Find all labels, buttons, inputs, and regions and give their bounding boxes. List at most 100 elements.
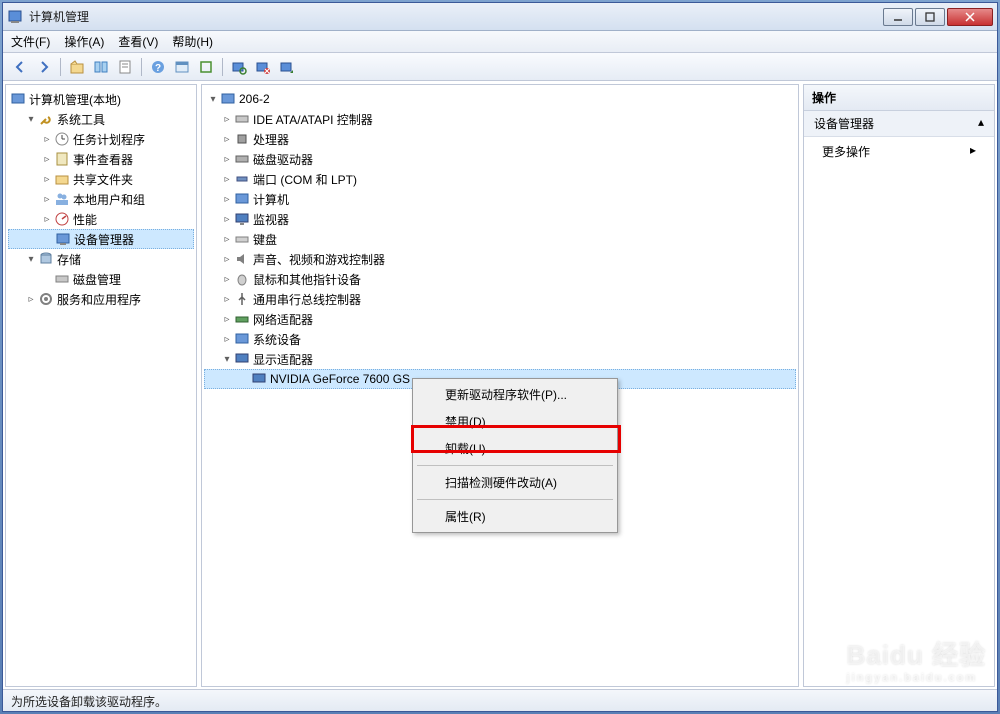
collapse-icon[interactable]: ▾ <box>206 92 220 106</box>
properties-button[interactable] <box>171 56 193 78</box>
toolbar-separator <box>60 58 61 76</box>
tree-label: 监视器 <box>253 211 289 228</box>
tree-root[interactable]: 计算机管理(本地) <box>8 89 194 109</box>
cm-properties[interactable]: 属性(R) <box>415 503 615 530</box>
device-mouse[interactable]: ▹鼠标和其他指针设备 <box>204 269 796 289</box>
performance-icon <box>54 211 70 227</box>
app-window: 计算机管理 文件(F) 操作(A) 查看(V) 帮助(H) ? <box>2 2 998 712</box>
expand-icon[interactable]: ▹ <box>40 172 54 186</box>
menu-file[interactable]: 文件(F) <box>11 33 50 50</box>
toolbar: ? <box>3 53 997 81</box>
tree-shared-folders[interactable]: ▹ 共享文件夹 <box>8 169 194 189</box>
expand-icon[interactable]: ▹ <box>220 232 234 246</box>
actions-section[interactable]: 设备管理器 ▴ <box>804 111 994 137</box>
expand-icon[interactable]: ▹ <box>220 172 234 186</box>
device-monitor[interactable]: ▹ 监视器 <box>204 209 796 229</box>
tree-services[interactable]: ▹ 服务和应用程序 <box>8 289 194 309</box>
forward-button[interactable] <box>33 56 55 78</box>
menu-view[interactable]: 查看(V) <box>118 33 158 50</box>
device-cpu[interactable]: ▹处理器 <box>204 129 796 149</box>
tree-performance[interactable]: ▹ 性能 <box>8 209 194 229</box>
disk-drive-icon <box>234 151 250 167</box>
tree-label: 计算机 <box>253 191 289 208</box>
gpu-icon <box>251 371 267 387</box>
device-usb[interactable]: ▹通用串行总线控制器 <box>204 289 796 309</box>
device-disk[interactable]: ▹磁盘驱动器 <box>204 149 796 169</box>
menu-help[interactable]: 帮助(H) <box>172 33 213 50</box>
expand-icon[interactable]: ▹ <box>220 272 234 286</box>
minimize-button[interactable] <box>883 8 913 26</box>
device-display[interactable]: ▾显示适配器 <box>204 349 796 369</box>
tree-label: 性能 <box>73 211 97 228</box>
computer-management-icon <box>10 91 26 107</box>
expand-icon[interactable]: ▹ <box>220 192 234 206</box>
device-tree: ▾ 206-2 ▹ IDE ATA/ATAPI 控制器 ▹处理器 ▹磁盘驱动器 ▹… <box>202 85 798 393</box>
submenu-caret-icon: ▸ <box>970 143 976 160</box>
expand-icon[interactable]: ▹ <box>40 192 54 206</box>
usb-icon <box>234 291 250 307</box>
expand-icon[interactable]: ▹ <box>220 252 234 266</box>
more-actions[interactable]: 更多操作 ▸ <box>804 137 994 166</box>
tree-task-scheduler[interactable]: ▹ 任务计划程序 <box>8 129 194 149</box>
uninstall-button[interactable] <box>252 56 274 78</box>
device-root[interactable]: ▾ 206-2 <box>204 89 796 109</box>
tree-label: 端口 (COM 和 LPT) <box>253 171 357 188</box>
expand-icon[interactable]: ▹ <box>40 152 54 166</box>
tree-label: IDE ATA/ATAPI 控制器 <box>253 111 373 128</box>
collapse-icon[interactable]: ▾ <box>220 352 234 366</box>
device-ide[interactable]: ▹ IDE ATA/ATAPI 控制器 <box>204 109 796 129</box>
device-system[interactable]: ▹ 系统设备 <box>204 329 796 349</box>
back-button[interactable] <box>9 56 31 78</box>
tree-disk-mgmt[interactable]: 磁盘管理 <box>8 269 194 289</box>
tree-label: 系统设备 <box>253 331 301 348</box>
close-button[interactable] <box>947 8 993 26</box>
context-menu: 更新驱动程序软件(P)... 禁用(D) 卸载(U) 扫描检测硬件改动(A) 属… <box>412 378 618 533</box>
collapse-icon[interactable]: ▾ <box>24 112 38 126</box>
tree-device-manager[interactable]: 设备管理器 <box>8 229 194 249</box>
expand-icon[interactable]: ▹ <box>220 132 234 146</box>
cm-scan[interactable]: 扫描检测硬件改动(A) <box>415 469 615 496</box>
tree-label: 事件查看器 <box>73 151 133 168</box>
tree-label: 任务计划程序 <box>73 131 145 148</box>
cm-disable[interactable]: 禁用(D) <box>415 408 615 435</box>
expand-icon[interactable]: ▹ <box>220 332 234 346</box>
tree-event-viewer[interactable]: ▹ 事件查看器 <box>8 149 194 169</box>
expand-icon[interactable]: ▹ <box>220 112 234 126</box>
cm-separator <box>417 499 613 500</box>
update-driver-button[interactable] <box>276 56 298 78</box>
left-panel: 计算机管理(本地) ▾ 系统工具 ▹ 任务计划程序 ▹ 事件查看器 <box>5 84 197 687</box>
expand-icon[interactable]: ▹ <box>40 212 54 226</box>
refresh-button[interactable] <box>195 56 217 78</box>
help-button[interactable]: ? <box>147 56 169 78</box>
collapse-icon[interactable]: ▾ <box>24 252 38 266</box>
show-hide-console-button[interactable] <box>90 56 112 78</box>
cm-uninstall[interactable]: 卸载(U) <box>415 435 615 462</box>
cm-update-driver[interactable]: 更新驱动程序软件(P)... <box>415 381 615 408</box>
scan-hardware-button[interactable] <box>228 56 250 78</box>
device-sound[interactable]: ▹声音、视频和游戏控制器 <box>204 249 796 269</box>
device-computer[interactable]: ▹ 计算机 <box>204 189 796 209</box>
right-panel: 操作 设备管理器 ▴ 更多操作 ▸ <box>803 84 995 687</box>
svg-text:?: ? <box>155 63 161 74</box>
tree-label: 计算机管理(本地) <box>29 91 121 108</box>
expand-icon[interactable]: ▹ <box>24 292 38 306</box>
folder-share-icon <box>54 171 70 187</box>
expand-icon[interactable]: ▹ <box>220 152 234 166</box>
tree-label: 共享文件夹 <box>73 171 133 188</box>
expand-icon[interactable]: ▹ <box>220 312 234 326</box>
device-keyboard[interactable]: ▹键盘 <box>204 229 796 249</box>
device-network[interactable]: ▹ 网络适配器 <box>204 309 796 329</box>
tree-storage[interactable]: ▾ 存储 <box>8 249 194 269</box>
expand-icon[interactable]: ▹ <box>220 212 234 226</box>
export-list-button[interactable] <box>114 56 136 78</box>
maximize-button[interactable] <box>915 8 945 26</box>
tree-system-tools[interactable]: ▾ 系统工具 <box>8 109 194 129</box>
up-button[interactable] <box>66 56 88 78</box>
tree-label: 网络适配器 <box>253 311 313 328</box>
status-text: 为所选设备卸载该驱动程序。 <box>11 695 167 709</box>
expand-icon[interactable]: ▹ <box>40 132 54 146</box>
menu-action[interactable]: 操作(A) <box>64 33 104 50</box>
tree-local-users[interactable]: ▹ 本地用户和组 <box>8 189 194 209</box>
device-ports[interactable]: ▹ 端口 (COM 和 LPT) <box>204 169 796 189</box>
expand-icon[interactable]: ▹ <box>220 292 234 306</box>
